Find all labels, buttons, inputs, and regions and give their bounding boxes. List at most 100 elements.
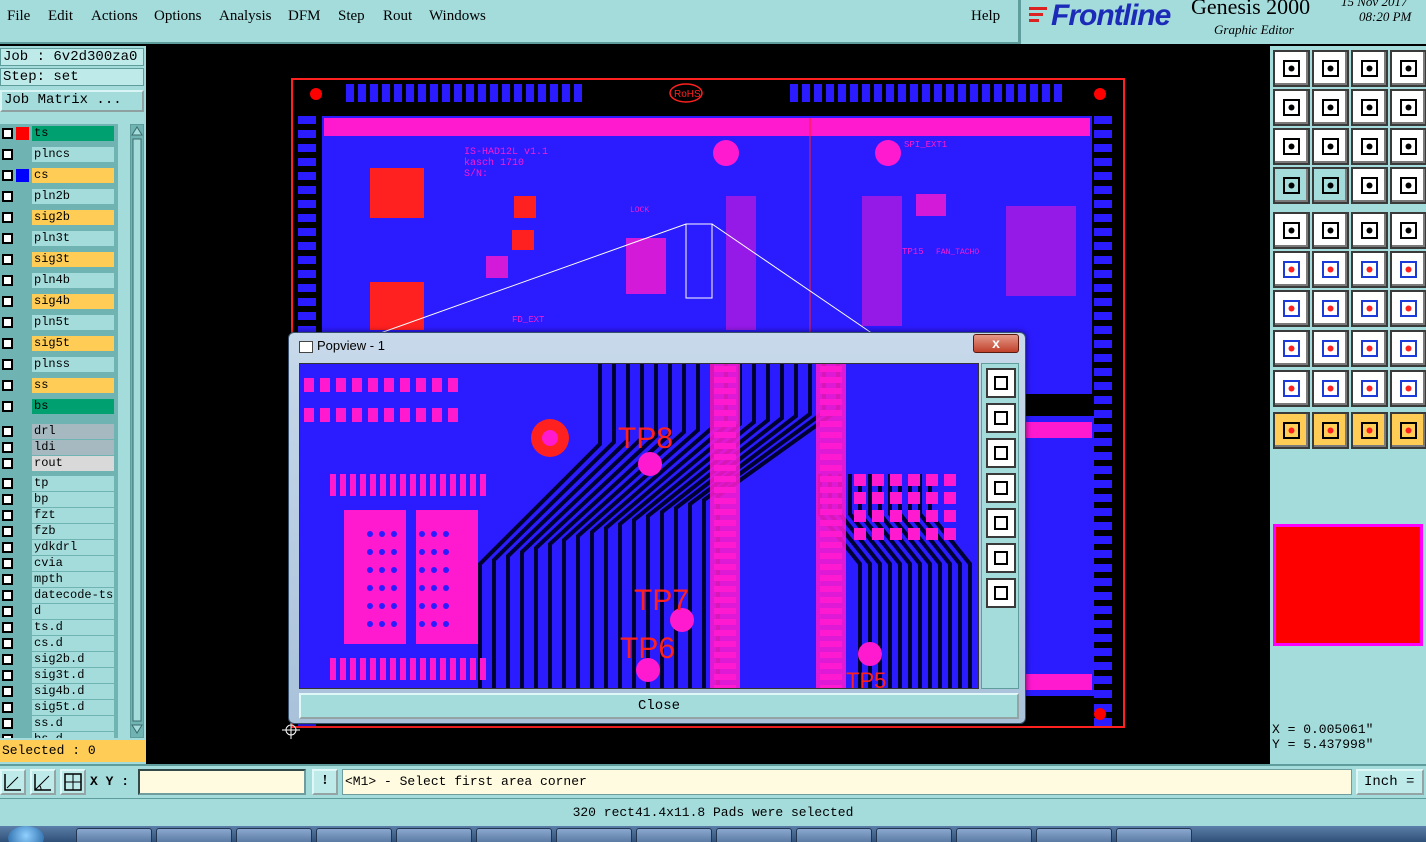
layer-visibility-checkbox[interactable] (2, 702, 13, 713)
pan-right-button[interactable] (1312, 89, 1349, 126)
layer-visibility-checkbox[interactable] (2, 526, 13, 537)
redraw-button[interactable] (1390, 89, 1426, 126)
layer-stack-b-button[interactable] (1390, 167, 1426, 204)
layer-visibility-checkbox[interactable] (2, 558, 13, 569)
taskbar-item[interactable] (956, 828, 1032, 842)
taskbar-item[interactable] (556, 828, 632, 842)
taskbar-item[interactable] (236, 828, 312, 842)
pointer-button[interactable] (1273, 412, 1310, 449)
layer-row-ts.d[interactable]: ts.d (0, 620, 118, 635)
query-button[interactable] (1390, 128, 1426, 165)
layer-visibility-checkbox[interactable] (2, 338, 13, 349)
zoom-home-button[interactable] (1273, 50, 1310, 87)
fit-all-button[interactable] (1273, 128, 1310, 165)
layer-visibility-checkbox[interactable] (2, 149, 13, 160)
menu-options[interactable]: Options (154, 8, 202, 25)
pointer-net-button[interactable] (1390, 412, 1426, 449)
select-feature-button[interactable] (1273, 212, 1310, 249)
layer-row-plncs[interactable]: plncs (0, 147, 118, 162)
layer-visibility-checkbox[interactable] (2, 233, 13, 244)
menu-windows[interactable]: Windows (429, 8, 486, 25)
menu-rout[interactable]: Rout (383, 8, 412, 25)
layer-visibility-checkbox[interactable] (2, 212, 13, 223)
layer-row-rout[interactable]: rout (0, 456, 118, 471)
sets-button[interactable] (1390, 330, 1426, 367)
surface-a-button[interactable] (1273, 370, 1310, 407)
layer-row-pln2b[interactable]: pln2b (0, 189, 118, 204)
layer-stack-a-button[interactable] (1351, 167, 1388, 204)
layer-row-fzb[interactable]: fzb (0, 524, 118, 539)
zoom-home-view-button[interactable] (1351, 50, 1388, 87)
mirror-button[interactable] (1390, 290, 1426, 327)
layer-visibility-checkbox[interactable] (2, 317, 13, 328)
scale-1-2-button[interactable] (1351, 128, 1388, 165)
taskbar-item[interactable] (396, 828, 472, 842)
layer-row-sig5t[interactable]: sig5t (0, 336, 118, 351)
layer-row-sig4b.d[interactable]: sig4b.d (0, 684, 118, 699)
layer-visibility-checkbox[interactable] (2, 510, 13, 521)
layer-visibility-checkbox[interactable] (2, 296, 13, 307)
popview-pan-left-button[interactable] (986, 473, 1016, 503)
pointer-edit-button[interactable] (1351, 412, 1388, 449)
taskbar-item[interactable] (876, 828, 952, 842)
layer-row-ldi[interactable]: ldi (0, 440, 118, 455)
grid-mode-button[interactable] (60, 769, 86, 795)
units-selector[interactable]: Inch = (1356, 769, 1424, 795)
zoom-reset-button[interactable] (1351, 89, 1388, 126)
fit-window-button[interactable] (1390, 50, 1426, 87)
layer-row-sig2b[interactable]: sig2b (0, 210, 118, 225)
layer-visibility-checkbox[interactable] (2, 574, 13, 585)
layer-visibility-checkbox[interactable] (2, 494, 13, 505)
taskbar-item[interactable] (156, 828, 232, 842)
taskbar-item[interactable] (636, 828, 712, 842)
layer-visibility-checkbox[interactable] (2, 734, 13, 738)
delete-node-button[interactable] (1312, 251, 1349, 288)
taskbar-item[interactable] (316, 828, 392, 842)
layer-visibility-checkbox[interactable] (2, 380, 13, 391)
taskbar-item[interactable] (1036, 828, 1112, 842)
layer-visibility-checkbox[interactable] (2, 590, 13, 601)
taskbar-item[interactable] (796, 828, 872, 842)
surface-b-button[interactable] (1312, 370, 1349, 407)
layer-row-drl[interactable]: drl (0, 424, 118, 439)
popview-canvas[interactable]: TP8 TP7 TP6 TP5 (299, 363, 979, 689)
layer-row-plnss[interactable]: plnss (0, 357, 118, 372)
move-node-button[interactable] (1351, 251, 1388, 288)
add-node-button[interactable] (1390, 251, 1426, 288)
layer-row-mpth[interactable]: mpth (0, 572, 118, 587)
layer-visibility-checkbox[interactable] (2, 254, 13, 265)
pointer-box-button[interactable] (1312, 412, 1349, 449)
layer-visibility-checkbox[interactable] (2, 654, 13, 665)
layer-row-ts[interactable]: ts (0, 126, 118, 141)
snap-measure-button[interactable] (1273, 167, 1310, 204)
menu-help[interactable]: Help (971, 8, 1000, 25)
layer-visibility-checkbox[interactable] (2, 606, 13, 617)
layer-row-sig3t[interactable]: sig3t (0, 252, 118, 267)
layer-visibility-checkbox[interactable] (2, 401, 13, 412)
slope-line-button[interactable] (1312, 290, 1349, 327)
popview-zoom-fit-button[interactable] (986, 368, 1016, 398)
layer-visibility-checkbox[interactable] (2, 170, 13, 181)
menu-analysis[interactable]: Analysis (219, 8, 272, 25)
menu-actions[interactable]: Actions (91, 8, 138, 25)
layer-visibility-checkbox[interactable] (2, 542, 13, 553)
layer-visibility-checkbox[interactable] (2, 686, 13, 697)
layer-row-bp[interactable]: bp (0, 492, 118, 507)
layer-visibility-checkbox[interactable] (2, 191, 13, 202)
layer-row-bs[interactable]: bs (0, 399, 118, 414)
line-draw-button[interactable] (1312, 212, 1349, 249)
layer-row-sig5t.d[interactable]: sig5t.d (0, 700, 118, 715)
layer-row-fzt[interactable]: fzt (0, 508, 118, 523)
layer-visibility-checkbox[interactable] (2, 426, 13, 437)
layer-row-datecode-ts[interactable]: datecode-ts (0, 588, 118, 603)
layer-visibility-checkbox[interactable] (2, 128, 13, 139)
layer-row-tp[interactable]: tp (0, 476, 118, 491)
copy-feature-button[interactable] (1273, 330, 1310, 367)
layer-row-d[interactable]: d (0, 604, 118, 619)
popview-pan-right-button[interactable] (986, 508, 1016, 538)
grid-toggle-button[interactable] (1312, 167, 1349, 204)
layer-row-cs[interactable]: cs (0, 168, 118, 183)
menu-file[interactable]: File (7, 8, 30, 25)
taskbar-item[interactable] (1116, 828, 1192, 842)
layer-visibility-checkbox[interactable] (2, 359, 13, 370)
